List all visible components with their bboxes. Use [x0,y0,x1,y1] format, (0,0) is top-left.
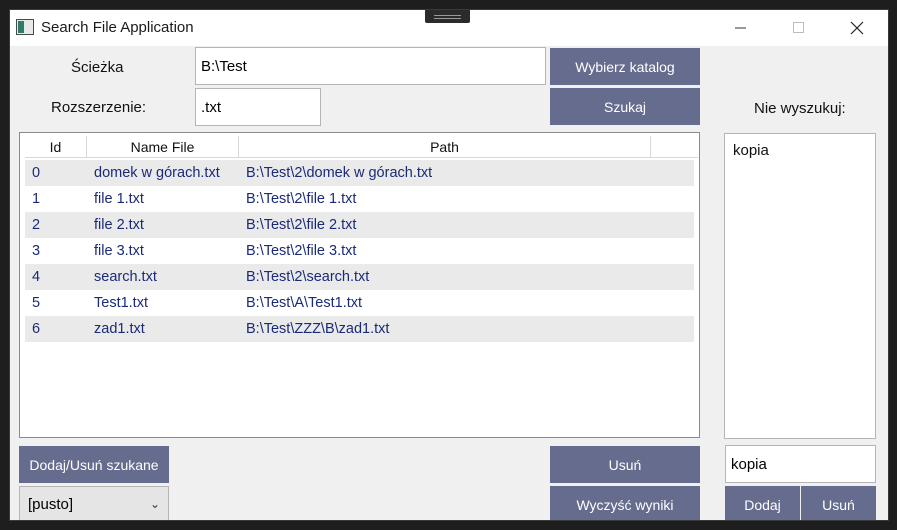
table-row[interactable]: 3 file 3.txt B:\Test\2\file 3.txt [25,238,694,264]
cell-id: 2 [32,217,41,233]
add-remove-search-button[interactable]: Dodaj/Usuń szukane [19,446,169,483]
table-row[interactable]: 2 file 2.txt B:\Test\2\file 2.txt [25,212,694,238]
extension-input[interactable]: .txt [195,88,321,126]
search-select[interactable]: [pusto] ⌄ [19,486,169,520]
cell-id: 1 [32,191,41,207]
close-button[interactable] [828,10,886,46]
path-input[interactable]: B:\Test [195,47,546,85]
window-title: Search File Application [41,19,194,36]
maximize-button[interactable] [770,10,828,46]
cell-path: B:\Test\2\search.txt [246,269,370,285]
table-row[interactable]: 4 search.txt B:\Test\2\search.txt [25,264,694,290]
column-header-name[interactable]: Name File [87,136,239,157]
cell-path: B:\Test\ZZZ\B\zad1.txt [246,321,390,337]
search-button[interactable]: Szukaj [550,88,700,125]
cell-path: B:\Test\2\file 3.txt [246,243,357,259]
app-window: Search File Application Ścieżka B:\Test … [9,9,889,521]
column-header-id[interactable]: Id [25,136,87,157]
cell-id: 5 [32,295,41,311]
path-label: Ścieżka [71,59,124,76]
table-row[interactable]: 5 Test1.txt B:\Test\A\Test1.txt [25,290,694,316]
cell-path: B:\Test\2\file 2.txt [246,217,357,233]
close-icon [850,21,864,35]
app-icon [16,19,34,35]
search-select-value: [pusto] [28,496,74,513]
exclude-list[interactable]: kopia [724,133,876,439]
cell-name: file 3.txt [94,243,144,259]
table-row[interactable]: 0 domek w górach.txt B:\Test\2\domek w gór… [25,160,694,186]
cell-path: B:\Test\2\file 1.txt [246,191,357,207]
cell-id: 4 [32,269,41,285]
exclude-add-button[interactable]: Dodaj [725,486,800,520]
cell-path: B:\Test\A\Test1.txt [246,295,363,311]
cell-name: file 1.txt [94,191,144,207]
cell-name: file 2.txt [94,217,144,233]
maximize-icon [793,22,804,33]
cell-path: B:\Test\2\domek w górach.txt [246,165,433,181]
clear-results-button[interactable]: Wyczyść wyniki [550,486,700,520]
cell-id: 0 [32,165,41,181]
cell-name: domek w górach.txt [94,165,220,181]
remove-result-button[interactable]: Usuń [550,446,700,483]
minimize-icon [735,27,746,29]
cell-id: 3 [32,243,41,259]
exclude-input[interactable]: kopia [725,445,876,483]
title-bar[interactable]: Search File Application [10,10,888,46]
exclude-label: Nie wyszukuj: [754,100,846,117]
chevron-down-icon: ⌄ [149,497,160,511]
column-header-filler [651,136,698,157]
extension-label: Rozszerzenie: [51,99,147,116]
drag-handle-icon[interactable] [425,10,470,23]
cell-name: search.txt [94,269,157,285]
column-header-path[interactable]: Path [239,136,651,157]
exclude-remove-button[interactable]: Usuń [801,486,876,520]
table-row[interactable]: 6 zad1.txt B:\Test\ZZZ\B\zad1.txt [25,316,694,342]
table-row[interactable]: 1 file 1.txt B:\Test\2\file 1.txt [25,186,694,212]
cell-name: zad1.txt [94,321,145,337]
cell-name: Test1.txt [94,295,148,311]
results-grid[interactable]: Id Name File Path 0 domek w górach.txt B:\… [19,132,700,438]
results-rows: 0 domek w górach.txt B:\Test\2\domek w gór… [25,160,694,342]
minimize-button[interactable] [712,10,770,46]
choose-directory-button[interactable]: Wybierz katalog [550,48,700,85]
exclude-list-item[interactable]: kopia [725,134,875,159]
cell-id: 6 [32,321,41,337]
results-header: Id Name File Path [25,136,698,158]
